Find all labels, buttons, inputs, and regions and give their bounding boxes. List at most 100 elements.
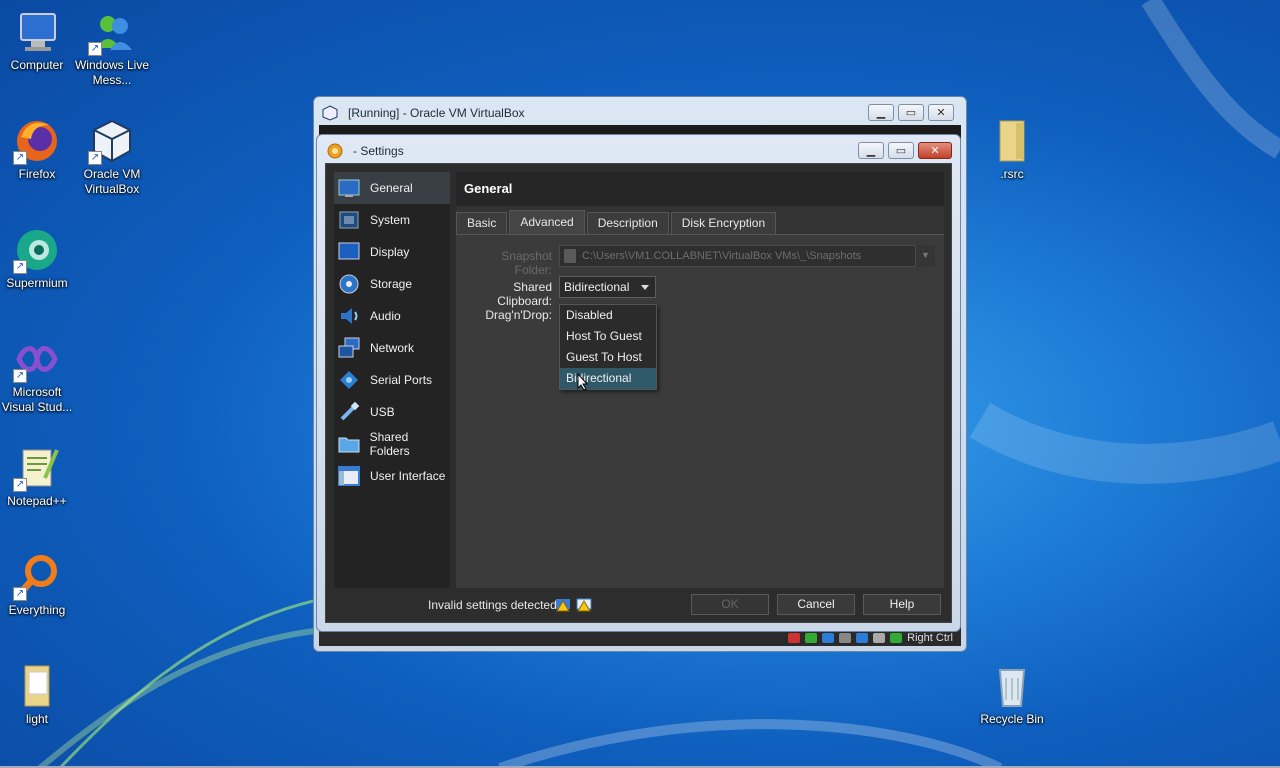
sidebar-item-label: Shared Folders [369,430,410,458]
desktop-icon-visual-studio[interactable]: ↗ Microsoft Visual Stud... [0,335,77,415]
dropdown-option-host-to-guest[interactable]: Host To Guest [560,326,656,347]
minimize-button[interactable]: ▁ [858,142,884,159]
desktop-icon-everything[interactable]: ↗ Everything [0,553,77,618]
sidebar-item-label: System [370,213,411,227]
desktop-icon-windows-live-messenger[interactable]: ↗ Windows Live Mess... [72,8,152,88]
sidebar-item-storage[interactable]: Storage [334,268,450,300]
general-icon [338,179,360,197]
audio-icon [341,308,358,324]
warning-icon[interactable] [576,596,592,612]
tab-bar: Basic Advanced Description Disk Encrypti… [456,210,777,234]
desktop-icon-oracle-vm-virtualbox[interactable]: ↗ Oracle VM VirtualBox [72,117,152,197]
user-interface-icon [338,466,360,486]
shortcut-arrow-icon: ↗ [13,151,27,165]
desktop-icon-label: Oracle VM VirtualBox [83,167,141,196]
desktop-icon-label: Windows Live Mess... [74,58,150,87]
sidebar-item-network[interactable]: Network [334,332,450,364]
maximize-icon: ▭ [905,107,917,119]
sidebar-item-display[interactable]: Display [334,236,450,268]
advanced-tab-page: Snapshot Folder: C:\Users\VM1.COLLABNET\… [456,234,944,590]
shortcut-arrow-icon: ↗ [13,260,27,274]
maximize-button[interactable]: ▭ [888,142,914,159]
close-button[interactable]: ✕ [918,142,952,159]
settings-dialog[interactable]: - Settings ▁ ▭ ✕ General System Display … [316,134,961,632]
settings-body: General System Display Storage Audio Net… [325,163,952,623]
tab-basic[interactable]: Basic [456,212,508,234]
sidebar-item-usb[interactable]: USB [334,396,450,428]
minimize-icon: ▁ [876,107,886,119]
status-icon [839,633,852,643]
dropdown-option-bidirectional[interactable]: Bidirectional [560,368,656,389]
vm-status-bar: Right Ctrl [319,630,961,646]
close-button[interactable]: ✕ [928,104,954,121]
minimize-button[interactable]: ▁ [868,104,894,121]
sidebar-item-general[interactable]: General [334,172,450,204]
desktop-icon-label: Recycle Bin [980,712,1044,726]
shortcut-arrow-icon: ↗ [88,42,102,56]
sidebar-item-user-interface[interactable]: User Interface [334,460,450,492]
shared-folders-icon [338,437,360,453]
usb-icon [340,401,360,421]
dialog-title: - Settings [353,144,404,158]
system-icon [339,211,359,229]
desktop-icon-recycle-bin[interactable]: Recycle Bin [972,662,1052,727]
sidebar-item-label: Storage [370,277,413,291]
desktop-icon-supermium[interactable]: ↗ Supermium [0,226,77,291]
status-icon [788,633,801,643]
sidebar-item-system[interactable]: System [334,204,450,236]
sidebar-item-label: USB [370,405,395,419]
invalid-settings-text: Invalid settings detected [428,598,557,612]
virtualbox-icon [322,105,338,121]
shared-clipboard-label: Shared Clipboard: [497,280,552,308]
window-title: [Running] - Oracle VM VirtualBox [348,106,525,120]
tab-description[interactable]: Description [586,212,669,234]
dragndrop-label: Drag'n'Drop: [485,308,552,322]
desktop-icon-light[interactable]: light [0,662,77,727]
help-button[interactable]: Help [863,594,941,615]
shortcut-arrow-icon: ↗ [88,151,102,165]
snapshot-folder-value: C:\Users\VM1.COLLABNET\VirtualBox VMs\_\… [582,250,862,262]
desktop-icon-rsrc[interactable]: .rsrc [972,117,1052,182]
shortcut-arrow-icon: ↗ [13,478,27,492]
minimize-icon: ▁ [866,145,876,157]
warning-icon[interactable] [555,596,571,612]
status-icon [805,633,818,643]
sidebar-item-label: User Interface [370,469,446,483]
recycle-bin-icon [998,669,1026,707]
serial-ports-icon [340,371,358,389]
maximize-icon: ▭ [895,145,907,157]
desktop-icon-label: Supermium [6,276,68,290]
tab-disk-encryption[interactable]: Disk Encryption [670,212,777,234]
maximize-button[interactable]: ▭ [898,104,924,121]
dropdown-option-guest-to-host[interactable]: Guest To Host [560,347,656,368]
dialog-footer: Invalid settings detected OK Cancel Help [326,588,951,622]
cancel-button[interactable]: Cancel [777,594,855,615]
desktop-icon-notepad-plus-plus[interactable]: ↗ Notepad++ [0,444,77,509]
status-icon [822,633,835,643]
panel-title: General [456,172,944,206]
settings-panel: General Basic Advanced Description Disk … [456,172,944,590]
chevron-down-icon [641,285,649,290]
sidebar-item-label: Display [370,245,410,259]
desktop-icon-label: Notepad++ [7,494,67,508]
sidebar-item-shared-folders[interactable]: Shared Folders [334,428,450,460]
dropdown-option-disabled[interactable]: Disabled [560,305,656,326]
sidebar-item-serial-ports[interactable]: Serial Ports [334,364,450,396]
snapshot-folder-dropdown-button: ▼ [915,245,935,267]
desktop-icon-label: Everything [8,603,66,617]
desktop-icon-firefox[interactable]: ↗ Firefox [0,117,77,182]
gear-icon [327,143,343,159]
desktop-icon-label: Microsoft Visual Stud... [1,385,73,414]
display-icon [338,242,360,260]
ok-button[interactable]: OK [691,594,769,615]
sidebar-item-label: Network [370,341,415,355]
mouse-cursor-icon [577,373,589,391]
shared-clipboard-combo[interactable]: Bidirectional [559,276,656,298]
desktop-icon-label: .rsrc [1000,167,1024,181]
tab-advanced[interactable]: Advanced [509,210,585,234]
sidebar-item-audio[interactable]: Audio [334,300,450,332]
snapshot-folder-field: C:\Users\VM1.COLLABNET\VirtualBox VMs\_\… [559,245,935,267]
status-icon [873,633,886,643]
desktop-icon-computer[interactable]: Computer [0,8,77,73]
status-icon [856,633,869,643]
